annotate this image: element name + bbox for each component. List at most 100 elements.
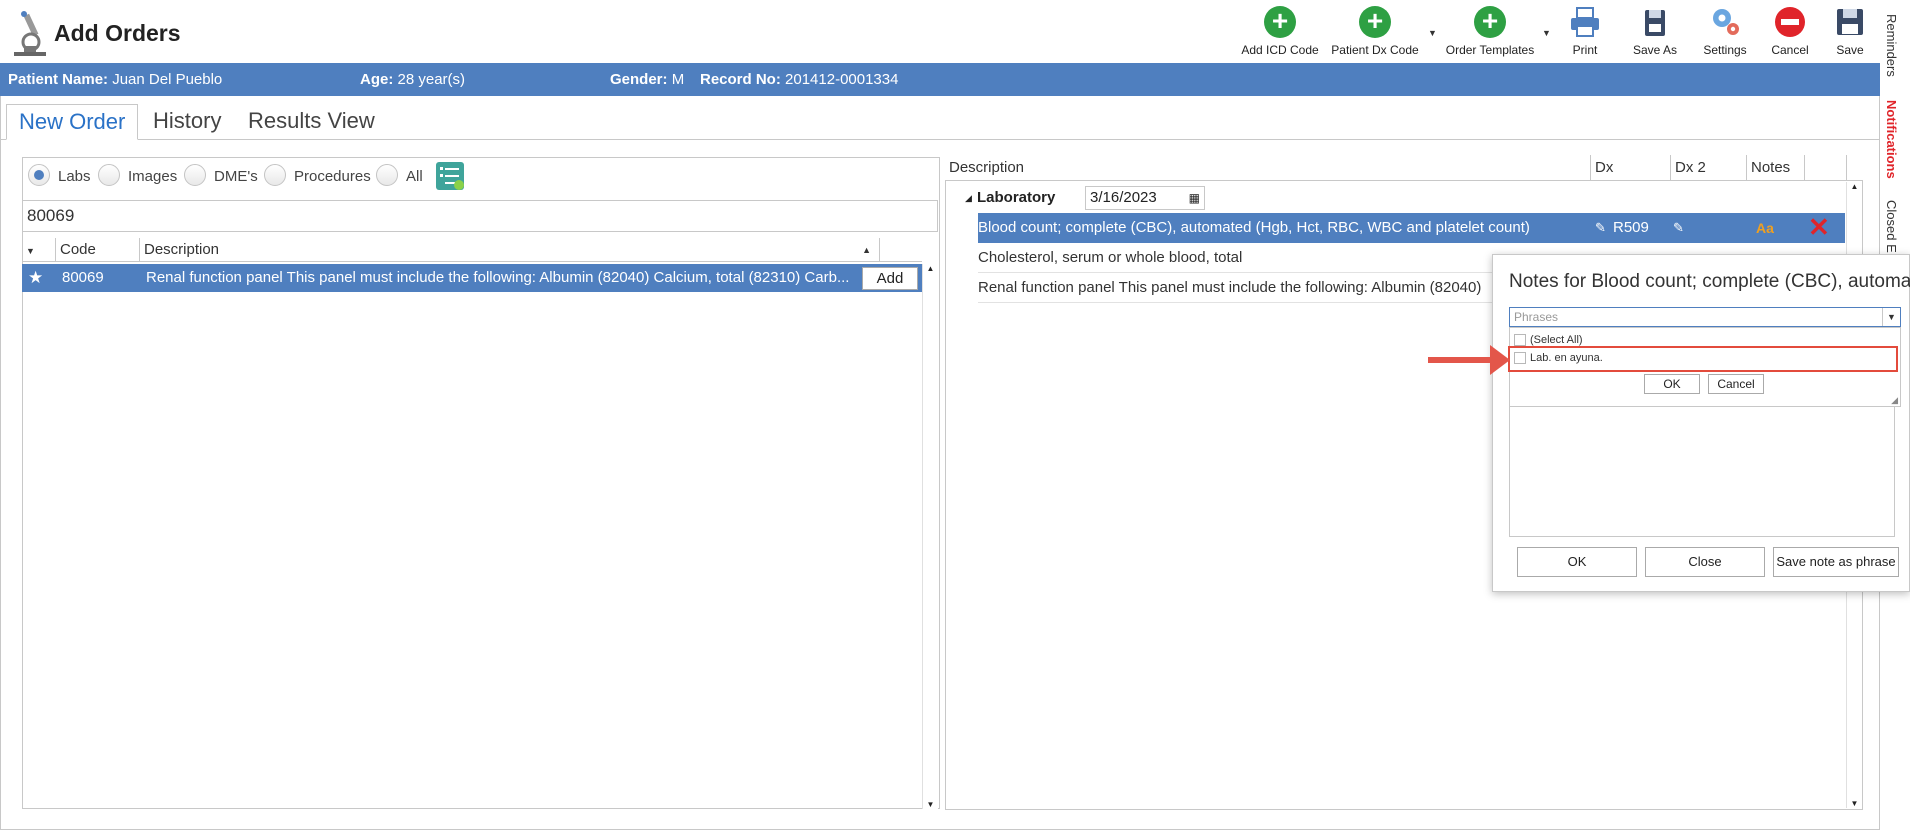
order-type-filter: Labs Images DME's Procedures All [26, 162, 466, 192]
patient-gender: M [671, 71, 685, 88]
order-row[interactable]: Blood count; complete (CBC), automated (… [978, 213, 1845, 243]
annotation-highlight [1508, 346, 1898, 372]
annotation-arrow-shaft [1428, 357, 1494, 363]
cancel-button[interactable]: Cancel [1765, 6, 1815, 62]
order-description: Blood count; complete (CBC), automated (… [978, 219, 1530, 236]
notes-ok-button[interactable]: OK [1517, 547, 1637, 577]
radio-all[interactable] [376, 164, 398, 186]
chevron-down-icon[interactable]: ▼ [1882, 308, 1900, 326]
tab-history[interactable]: History [141, 104, 233, 140]
side-tab-closed[interactable]: Closed E [1884, 200, 1899, 253]
column-description[interactable]: Description ▲ [140, 238, 880, 262]
group-date-picker[interactable]: 3/16/2023 ▦ [1085, 186, 1205, 210]
save-note-as-phrase-button[interactable]: Save note as phrase [1773, 547, 1899, 577]
left-grid-header: ▼ Code Description ▲ [22, 238, 922, 262]
column-dx[interactable]: Dx [1591, 155, 1671, 181]
column-dx2[interactable]: Dx 2 [1671, 155, 1747, 181]
order-templates-dropdown-arrow[interactable]: ▼ [1542, 28, 1551, 38]
calendar-icon[interactable]: ▦ [1189, 187, 1200, 209]
patient-dx-code-button[interactable]: + Patient Dx Code [1330, 6, 1420, 62]
right-grid-header: Description Dx Dx 2 Notes [945, 155, 1863, 181]
sort-arrow-icon: ▲ [862, 245, 871, 255]
patient-dx-dropdown-arrow[interactable]: ▼ [1428, 28, 1437, 38]
notes-dialog: Notes for Blood count; complete (CBC), a… [1492, 254, 1910, 592]
radio-all-label: All [406, 168, 423, 185]
radio-images[interactable] [98, 164, 120, 186]
age-label: Age: [360, 71, 394, 88]
microscope-icon [10, 8, 50, 58]
checklist-add-icon[interactable] [436, 162, 464, 195]
patient-name-label: Patient Name: [8, 71, 109, 88]
radio-dmes-label: DME's [214, 168, 258, 185]
save-as-icon [1645, 10, 1665, 36]
order-description: Cholesterol, serum or whole blood, total [978, 249, 1243, 266]
save-button[interactable]: Save [1830, 6, 1870, 62]
print-button[interactable]: Print [1565, 6, 1605, 62]
radio-dmes[interactable] [184, 164, 206, 186]
patient-info-bar: Patient Name: Juan Del Pueblo Age: 28 ye… [0, 63, 1880, 96]
scroll-down-arrow[interactable]: ▼ [1847, 799, 1862, 808]
add-order-button[interactable]: Add [862, 267, 918, 290]
phrases-combobox[interactable]: Phrases ▼ [1509, 307, 1901, 327]
printer-icon [1571, 7, 1599, 37]
tab-new-order[interactable]: New Order [6, 104, 139, 140]
group-laboratory[interactable]: ◢ Laboratory 3/16/2023 ▦ [945, 184, 1845, 212]
radio-procedures-label: Procedures [294, 168, 371, 185]
order-search-input[interactable]: 80069 [22, 200, 938, 232]
select-all-label: (Select All) [1530, 334, 1583, 346]
order-description: Renal function panel This panel must inc… [978, 279, 1482, 296]
app-title: Add Orders [54, 20, 181, 46]
star-icon[interactable]: ★ [28, 264, 43, 292]
column-actions [1805, 155, 1847, 181]
row-code: 80069 [62, 269, 104, 286]
dropdown-cancel-button[interactable]: Cancel [1708, 374, 1764, 394]
side-tab-notifications[interactable]: Notifications [1884, 100, 1899, 179]
side-tab-reminders[interactable]: Reminders [1884, 14, 1899, 77]
record-label: Record No: [700, 71, 781, 88]
plus-icon: + [1264, 6, 1296, 38]
scroll-down-arrow[interactable]: ▼ [923, 800, 938, 809]
column-description[interactable]: Description [945, 155, 1591, 181]
radio-labs[interactable] [28, 164, 50, 186]
annotation-arrow-head [1490, 345, 1510, 375]
gender-label: Gender: [610, 71, 668, 88]
settings-button[interactable]: Settings [1700, 6, 1750, 62]
notes-close-button[interactable]: Close [1645, 547, 1765, 577]
gears-icon [1713, 9, 1739, 35]
patient-name: Juan Del Pueblo [112, 71, 223, 88]
delete-order-icon[interactable]: ✕ [1808, 213, 1830, 241]
table-row[interactable]: ★ 80069 Renal function panel This panel … [22, 264, 922, 292]
radio-labs-label: Labs [58, 168, 91, 185]
notes-icon[interactable]: Aa [1756, 213, 1774, 243]
dx2-pin-icon[interactable]: ✎ [1673, 213, 1684, 243]
radio-images-label: Images [128, 168, 178, 185]
row-description: Renal function panel This panel must inc… [146, 269, 850, 286]
dx-pin-icon[interactable]: ✎ [1595, 213, 1606, 243]
plus-icon: + [1359, 6, 1391, 38]
record-number: 201412-0001334 [785, 71, 899, 88]
add-icd-code-button[interactable]: + Add ICD Code [1240, 6, 1320, 62]
title-bar: Add Orders + Add ICD Code + Patient Dx C… [0, 0, 1880, 63]
column-code[interactable]: Code [56, 238, 140, 262]
scroll-up-arrow[interactable]: ▲ [923, 264, 938, 273]
order-dx: R509 [1613, 219, 1649, 236]
floppy-disk-icon [1837, 9, 1863, 35]
group-label: Laboratory [977, 189, 1056, 206]
resize-grip-icon[interactable]: ◢ [1891, 395, 1898, 406]
left-grid-scrollbar[interactable]: ▲ ▼ [922, 264, 938, 809]
order-templates-button[interactable]: + Order Templates [1440, 6, 1540, 62]
save-as-button[interactable]: Save As [1630, 6, 1680, 62]
collapse-arrow[interactable]: ◢ [965, 184, 972, 212]
notes-dialog-title: Notes for Blood count; complete (CBC), a… [1509, 271, 1910, 292]
scroll-up-arrow[interactable]: ▲ [1847, 182, 1862, 191]
dropdown-ok-button[interactable]: OK [1644, 374, 1700, 394]
no-entry-icon [1775, 7, 1805, 37]
column-notes[interactable]: Notes [1747, 155, 1805, 181]
column-menu-arrow[interactable]: ▼ [22, 238, 56, 262]
radio-procedures[interactable] [264, 164, 286, 186]
plus-icon: + [1474, 6, 1506, 38]
patient-age: 28 year(s) [397, 71, 466, 88]
tab-results-view[interactable]: Results View [236, 104, 387, 140]
main-tabs: New Order History Results View [0, 96, 1880, 140]
select-all-checkbox[interactable] [1514, 334, 1526, 346]
